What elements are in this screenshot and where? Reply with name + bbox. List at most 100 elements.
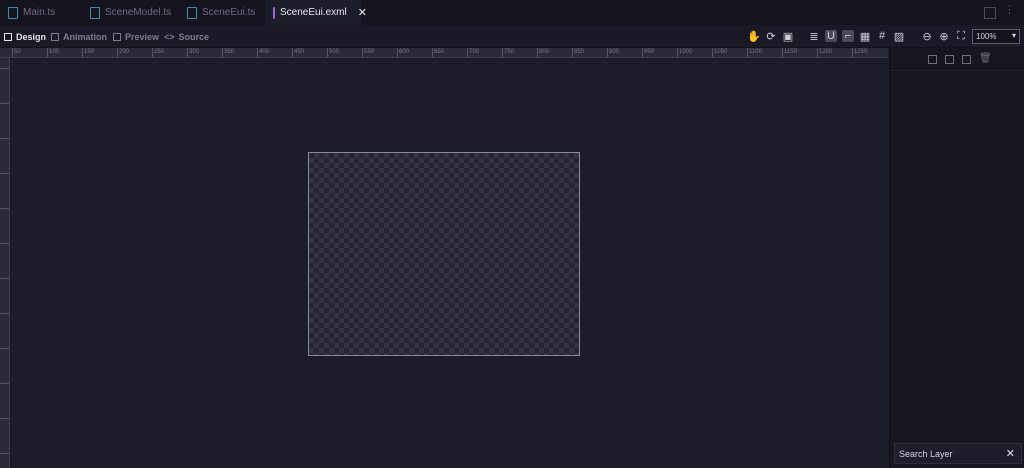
horizontal-ruler: 50 100 150 200 250 300 350 400 450 500 550 600 650 70… (0, 48, 888, 58)
search-layer-input[interactable]: Search Layer ✕ (894, 443, 1022, 464)
ruler-label: 400 (259, 49, 270, 55)
ruler-tick (152, 48, 153, 57)
ruler-label: 700 (469, 49, 480, 55)
ruler-tick (0, 103, 9, 104)
chevron-down-icon: ▾ (1011, 31, 1016, 40)
fit-icon[interactable]: ⛶ (955, 30, 967, 42)
zoom-select[interactable]: 100% ▾ (972, 29, 1020, 44)
ruler-label: 50 (14, 49, 21, 55)
ruler-tick (572, 48, 573, 57)
hand-tool-icon[interactable]: ✋ (747, 30, 761, 43)
delete-layer-icon[interactable]: 🗑 (979, 53, 992, 64)
magnet-icon[interactable]: U (825, 30, 837, 42)
align-icon[interactable]: ≣ (808, 30, 820, 43)
image-icon[interactable]: ▨ (893, 30, 905, 43)
ruler-tick (0, 313, 9, 314)
clear-search-icon[interactable]: ✕ (1006, 447, 1015, 460)
grid-snap-icon[interactable]: # (876, 30, 888, 42)
split-editor-icon[interactable] (984, 7, 996, 19)
ruler-label: 950 (644, 49, 655, 55)
mode-label: Animation (63, 31, 107, 42)
ruler-tick (712, 48, 713, 57)
tab-label: Main.ts (23, 7, 56, 18)
ruler-tick (397, 48, 398, 57)
ruler-tick (292, 48, 293, 57)
ruler-label: 650 (434, 49, 445, 55)
ruler-tick (0, 278, 9, 279)
ruler-tick (0, 418, 9, 419)
mode-design[interactable]: Design (4, 25, 46, 48)
ruler-tick (327, 48, 328, 57)
ruler-tick (0, 138, 9, 139)
ruler-tick (0, 243, 9, 244)
ruler-tick (432, 48, 433, 57)
mode-label: Design (16, 31, 47, 42)
mode-preview[interactable]: Preview (113, 25, 159, 48)
ruler-tick (537, 48, 538, 57)
close-icon[interactable]: ✕ (358, 6, 367, 19)
ruler-tick (817, 48, 818, 57)
tab-sceneeui-exml[interactable]: SceneEui.exml ✕ (265, 0, 367, 25)
animation-icon (51, 32, 59, 41)
ruler-label: 900 (609, 49, 620, 55)
fit-screen-icon[interactable]: ▣ (782, 30, 794, 43)
ruler-tick (222, 48, 223, 57)
group-layer-icon[interactable] (928, 55, 937, 64)
copy-layer-icon[interactable] (962, 55, 971, 64)
zoom-in-icon[interactable]: ⊕ (938, 30, 950, 43)
panel-divider (890, 70, 1024, 71)
ruler-guide-icon[interactable]: ⌐ (842, 30, 854, 42)
preview-icon (113, 32, 121, 41)
ruler-label: 500 (329, 49, 340, 55)
ruler-tick (12, 48, 13, 57)
ruler-tick (362, 48, 363, 57)
ruler-tick (852, 48, 853, 57)
mode-label: Preview (125, 31, 160, 42)
ruler-label: 350 (224, 49, 235, 55)
refresh-icon[interactable]: ⟳ (765, 30, 777, 43)
ruler-label: 1250 (854, 49, 868, 55)
ruler-label: 1150 (784, 49, 797, 55)
tab-sceneeui-ts[interactable]: SceneEui.ts (179, 0, 265, 25)
ruler-tick (607, 48, 608, 57)
ruler-tick (782, 48, 783, 57)
ruler-label: 1100 (749, 49, 762, 55)
ruler-label: 550 (364, 49, 375, 55)
vertical-ruler (0, 58, 10, 468)
typescript-file-icon (187, 6, 197, 19)
ruler-label: 300 (189, 49, 200, 55)
ruler-tick (0, 173, 9, 174)
typescript-file-icon (8, 6, 18, 19)
ruler-tick (117, 48, 118, 57)
tab-main-ts[interactable]: Main.ts (0, 0, 82, 25)
grid-icon[interactable]: ▦ (859, 30, 871, 43)
ruler-label: 800 (539, 49, 550, 55)
ruler-tick (47, 48, 48, 57)
ungroup-layer-icon[interactable] (945, 55, 954, 64)
zoom-out-icon[interactable]: ⊖ (921, 30, 933, 43)
design-icon (4, 32, 12, 41)
ruler-tick (187, 48, 188, 57)
mode-source[interactable]: <> Source (164, 25, 209, 48)
more-icon[interactable]: ⋮ (1004, 3, 1015, 16)
ruler-label: 850 (574, 49, 585, 55)
tab-scenemodel-ts[interactable]: SceneModel.ts (82, 0, 179, 25)
ruler-label: 1050 (714, 49, 728, 55)
typescript-file-icon (90, 6, 100, 19)
exml-file-icon (273, 6, 275, 19)
ruler-label: 450 (294, 49, 305, 55)
ruler-tick (0, 68, 9, 69)
tab-label: SceneModel.ts (105, 7, 172, 18)
stage-artboard[interactable] (308, 152, 580, 356)
ruler-tick (0, 383, 9, 384)
ruler-label: 600 (399, 49, 410, 55)
ruler-label: 100 (49, 49, 60, 55)
ruler-tick (747, 48, 748, 57)
mode-animation[interactable]: Animation (51, 25, 107, 48)
ruler-tick (467, 48, 468, 57)
layers-panel: 🗑 Search Layer ✕ (889, 48, 1024, 468)
tab-bar: Main.ts SceneModel.ts SceneEui.ts SceneE… (0, 0, 1024, 25)
ruler-tick (0, 348, 9, 349)
ruler-label: 1000 (679, 49, 693, 55)
zoom-value: 100% (976, 32, 997, 41)
